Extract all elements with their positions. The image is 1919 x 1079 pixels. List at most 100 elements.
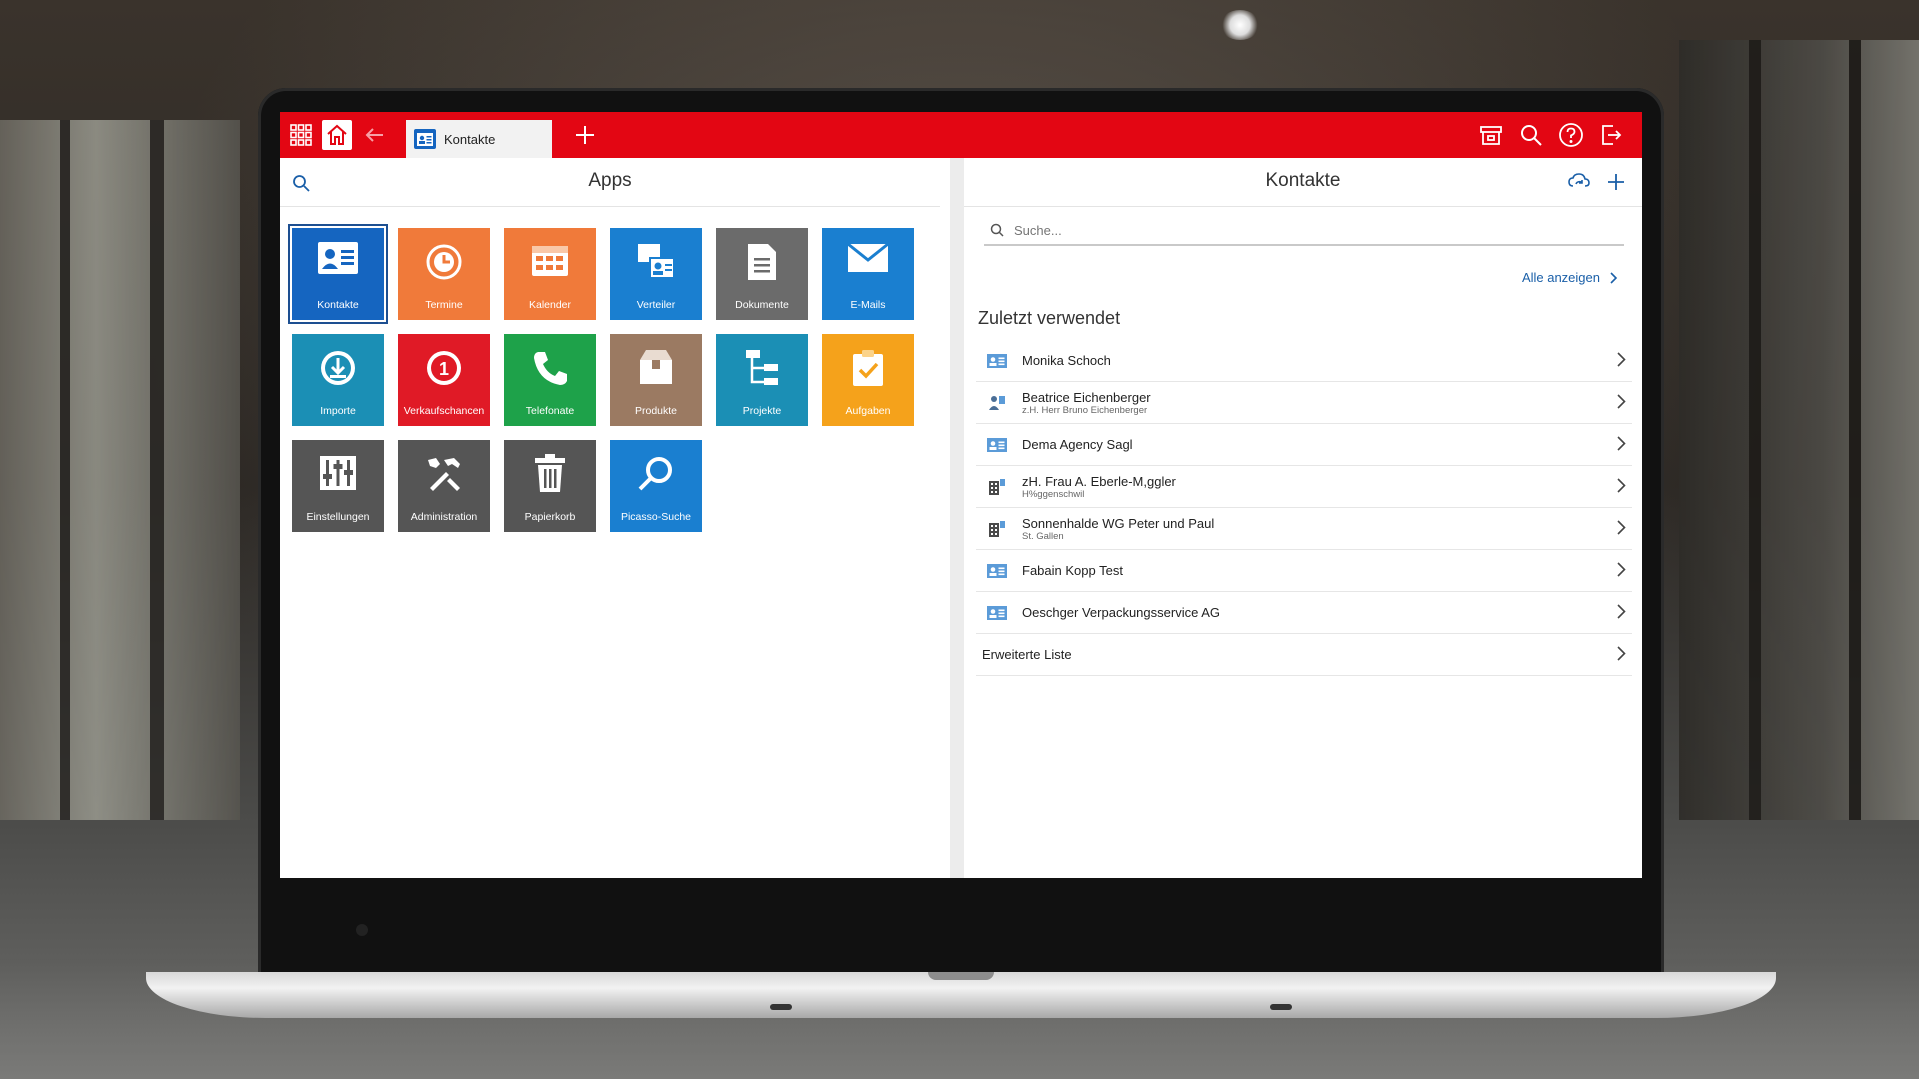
tile-label: Kalender bbox=[528, 299, 572, 311]
extended-list-row[interactable]: Erweiterte Liste bbox=[976, 634, 1632, 676]
contacts-panel: Kontakte Alle anzeigen Zuletzt verwendet… bbox=[964, 158, 1642, 878]
contact-name: Monika Schoch bbox=[1022, 353, 1111, 368]
chevron-right-icon bbox=[1617, 520, 1626, 540]
magnifier-icon bbox=[638, 457, 672, 491]
app-tile-importe[interactable]: Importe bbox=[292, 334, 384, 426]
clock-icon bbox=[426, 244, 462, 280]
envelope-icon bbox=[847, 242, 889, 272]
contact-subtitle: St. Gallen bbox=[1022, 530, 1064, 542]
chevron-right-icon bbox=[1617, 436, 1626, 456]
building-icon bbox=[986, 520, 1008, 538]
tile-label: Verteiler bbox=[636, 299, 676, 311]
import-icon bbox=[321, 351, 355, 385]
contact-name: Oeschger Verpackungsservice AG bbox=[1022, 605, 1220, 620]
apps-panel: Apps Kontakte Termine Kalender Verteiler… bbox=[280, 158, 950, 878]
contacts-title: Kontakte bbox=[1265, 170, 1341, 191]
laptop-notch bbox=[928, 972, 994, 980]
list-item[interactable]: Monika Schoch bbox=[976, 340, 1632, 382]
apps-title: Apps bbox=[588, 170, 632, 191]
phone-icon bbox=[534, 352, 567, 385]
search-icon[interactable] bbox=[1516, 120, 1546, 150]
tile-label: Termine bbox=[425, 299, 463, 311]
tools-icon bbox=[428, 458, 460, 491]
show-all-label: Alle anzeigen bbox=[1521, 270, 1600, 285]
show-all-link[interactable]: Alle anzeigen bbox=[1522, 270, 1618, 285]
list-item[interactable]: Fabain Kopp Test bbox=[976, 550, 1632, 592]
chevron-right-icon bbox=[1610, 271, 1618, 284]
app-tile-picasso-suche[interactable]: Picasso-Suche bbox=[610, 440, 702, 532]
contact-subtitle: H%ggenschwil bbox=[1022, 488, 1085, 500]
app-tile-e-mails[interactable]: E-Mails bbox=[822, 228, 914, 320]
app-tile-administration[interactable]: Administration bbox=[398, 440, 490, 532]
archive-icon[interactable] bbox=[1476, 120, 1506, 150]
tile-label: Papierkorb bbox=[524, 511, 576, 523]
app-tile-einstellungen[interactable]: Einstellungen bbox=[292, 440, 384, 532]
app-screen: Kontakte Apps Kontakte Termine Kalender … bbox=[280, 112, 1642, 878]
tile-label: E-Mails bbox=[850, 299, 886, 311]
clipboard-check-icon bbox=[853, 350, 883, 386]
app-grid-icon[interactable] bbox=[286, 120, 316, 150]
app-tile-produkte[interactable]: Produkte bbox=[610, 334, 702, 426]
app-tile-dokumente[interactable]: Dokumente bbox=[716, 228, 808, 320]
recent-list: Monika Schoch Beatrice Eichenberger z.H. … bbox=[976, 340, 1632, 676]
app-tile-termine[interactable]: Termine bbox=[398, 228, 490, 320]
list-item[interactable]: Sonnenhalde WG Peter und Paul St. Gallen bbox=[976, 508, 1632, 550]
help-icon[interactable] bbox=[1556, 120, 1586, 150]
contact-card-icon bbox=[318, 242, 358, 274]
list-item[interactable]: zH. Frau A. Eberle-M,ggler H%ggenschwil bbox=[976, 466, 1632, 508]
svg-text:1: 1 bbox=[439, 359, 449, 379]
contact-card-icon bbox=[414, 129, 436, 149]
app-tile-verteiler[interactable]: Verteiler bbox=[610, 228, 702, 320]
contact-name: Sonnenhalde WG Peter und Paul bbox=[1022, 515, 1215, 531]
extended-list-label: Erweiterte Liste bbox=[982, 647, 1072, 662]
calendar-icon bbox=[532, 246, 568, 276]
contact-name: Fabain Kopp Test bbox=[1022, 563, 1123, 578]
contact-card-icon bbox=[986, 605, 1008, 620]
chevron-right-icon bbox=[1617, 394, 1626, 414]
home-icon[interactable] bbox=[322, 120, 352, 150]
tile-label: Verkaufschancen bbox=[403, 405, 485, 417]
app-tile-telefonate[interactable]: Telefonate bbox=[504, 334, 596, 426]
app-tile-kontakte[interactable]: Kontakte bbox=[290, 226, 386, 322]
add-tab-icon[interactable] bbox=[570, 120, 600, 150]
app-tile-verkaufschancen[interactable]: 1 Verkaufschancen bbox=[398, 334, 490, 426]
logout-icon[interactable] bbox=[1596, 120, 1626, 150]
contact-card-icon bbox=[986, 437, 1008, 452]
tile-label: Dokumente bbox=[735, 299, 789, 311]
sliders-icon bbox=[320, 456, 356, 490]
project-tree-icon bbox=[746, 350, 778, 385]
chevron-right-icon bbox=[1617, 646, 1626, 666]
tile-label: Administration bbox=[410, 511, 478, 523]
chevron-right-icon bbox=[1617, 478, 1626, 498]
laptop-foot bbox=[770, 1004, 792, 1010]
contact-name: Dema Agency Sagl bbox=[1022, 437, 1133, 452]
tile-label: Picasso-Suche bbox=[620, 511, 692, 523]
contact-person-icon bbox=[986, 394, 1008, 412]
app-tile-papierkorb[interactable]: Papierkorb bbox=[504, 440, 596, 532]
distribution-icon bbox=[638, 244, 675, 279]
tab-kontakte[interactable]: Kontakte bbox=[406, 120, 552, 158]
tile-label: Einstellungen bbox=[306, 511, 370, 523]
list-item[interactable]: Oeschger Verpackungsservice AG bbox=[976, 592, 1632, 634]
contacts-search[interactable] bbox=[984, 216, 1624, 246]
panel-divider[interactable] bbox=[950, 158, 964, 878]
list-item[interactable]: Beatrice Eichenberger z.H. Herr Bruno Eic… bbox=[976, 382, 1632, 424]
tile-label: Projekte bbox=[742, 405, 782, 417]
app-tile-kalender[interactable]: Kalender bbox=[504, 228, 596, 320]
app-tile-projekte[interactable]: Projekte bbox=[716, 334, 808, 426]
list-item[interactable]: Dema Agency Sagl bbox=[976, 424, 1632, 466]
contacts-search-input[interactable] bbox=[1012, 221, 1576, 239]
contact-name: zH. Frau A. Eberle-M,ggler bbox=[1022, 473, 1176, 489]
trash-icon bbox=[535, 454, 565, 492]
opportunity-icon: 1 bbox=[427, 351, 461, 385]
apps-header: Apps bbox=[280, 158, 940, 207]
add-contact-icon[interactable] bbox=[1606, 172, 1626, 197]
search-icon bbox=[990, 223, 1004, 237]
app-tile-aufgaben[interactable]: Aufgaben bbox=[822, 334, 914, 426]
tile-label: Produkte bbox=[634, 405, 678, 417]
cloud-sync-icon[interactable] bbox=[1568, 172, 1590, 197]
back-arrow-icon[interactable] bbox=[360, 120, 390, 150]
contacts-header: Kontakte bbox=[964, 158, 1642, 207]
recent-section-title: Zuletzt verwendet bbox=[978, 308, 1121, 328]
tile-label: Importe bbox=[320, 405, 356, 417]
